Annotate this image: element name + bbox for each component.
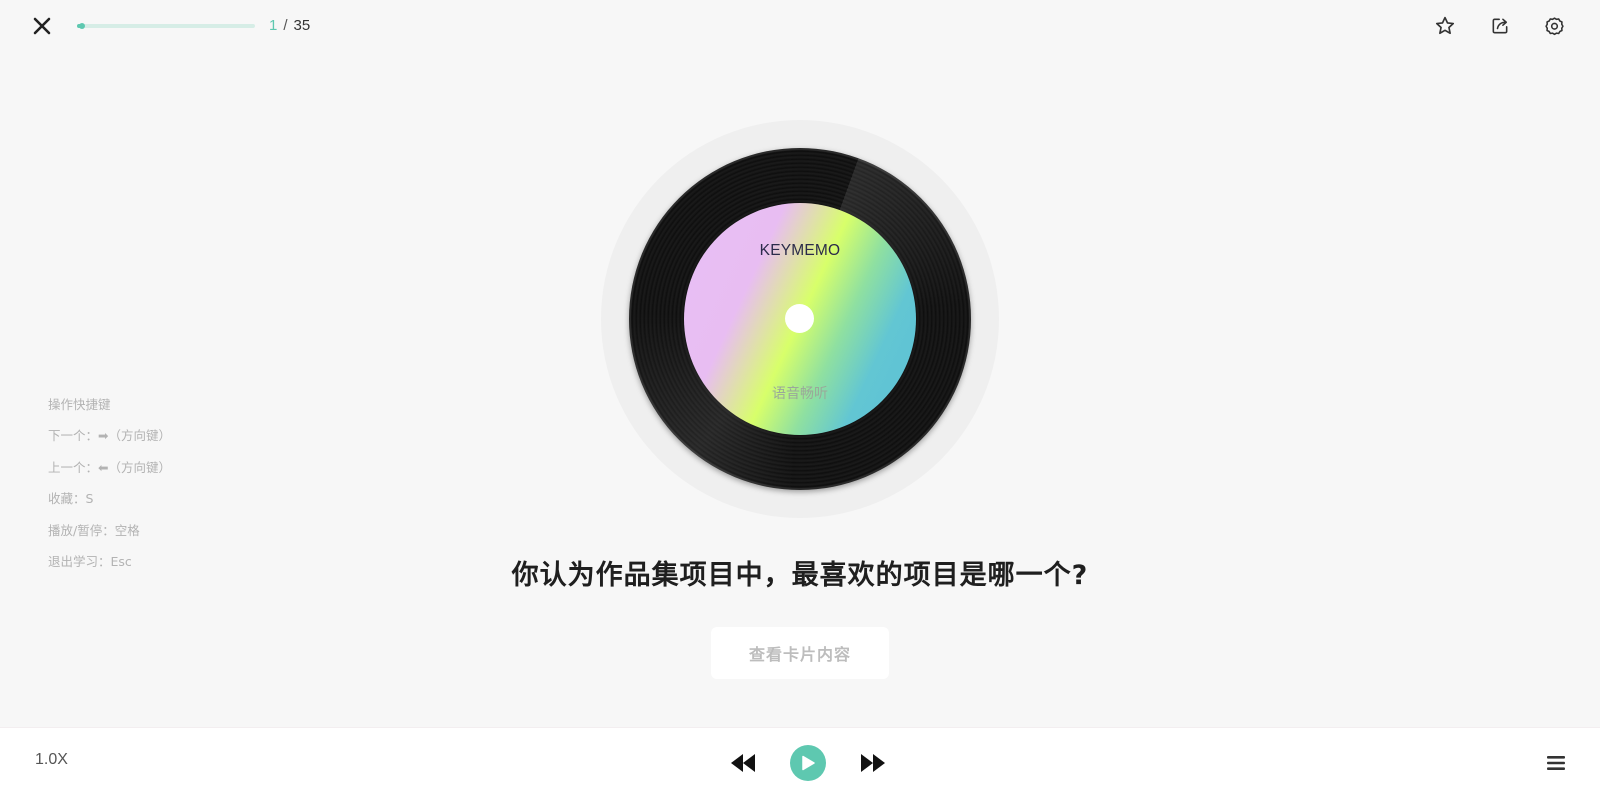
vinyl-player: KEYMEMO 语音畅听 [601, 120, 999, 518]
menu-button[interactable] [1542, 749, 1570, 777]
counter-separator: / [283, 17, 288, 34]
settings-button[interactable] [1542, 14, 1566, 38]
menu-icon [1547, 756, 1565, 770]
favorite-button[interactable] [1433, 14, 1457, 38]
vinyl-record[interactable]: KEYMEMO 语音畅听 [629, 148, 971, 490]
record-label: KEYMEMO 语音畅听 [684, 203, 916, 435]
record-label-title: KEYMEMO [759, 242, 841, 259]
playback-speed[interactable]: 1.0X [35, 751, 68, 769]
shortcut-next: 下一个：➡（方向键） [48, 428, 171, 443]
record-spindle-hole [785, 304, 814, 333]
progress-knob [79, 23, 86, 29]
rewind-icon [731, 754, 755, 772]
previous-button[interactable] [725, 745, 761, 781]
card-question: 你认为作品集项目中，最喜欢的项目是哪一个? [511, 560, 1089, 591]
shortcut-previous: 上一个：⬅（方向键） [48, 459, 171, 475]
record-label-subtitle: 语音畅听 [772, 386, 828, 402]
next-button[interactable] [855, 745, 891, 781]
shortcut-favorite: 收藏：S [48, 491, 94, 506]
shortcut-play-pause: 播放/暂停：空格 [48, 522, 140, 538]
play-icon [802, 755, 815, 771]
share-icon [1492, 18, 1508, 34]
current-card-number: 1 [269, 17, 278, 34]
close-button[interactable] [30, 14, 54, 38]
gear-icon [1544, 16, 1564, 35]
star-icon [1435, 16, 1455, 35]
player-controls-bar: 1.0X [0, 727, 1600, 797]
shortcuts-title: 操作快捷键 [48, 397, 111, 412]
top-bar: 1 / 35 [0, 0, 1600, 52]
total-card-count: 35 [293, 17, 311, 34]
fast-forward-icon [861, 754, 885, 772]
progress-counter: 1 / 35 [269, 17, 310, 34]
play-button[interactable] [790, 745, 826, 781]
close-icon [33, 17, 51, 35]
share-button[interactable] [1488, 14, 1512, 38]
progress-bar [77, 23, 255, 29]
view-card-content-button[interactable]: 查看卡片内容 [711, 627, 889, 679]
